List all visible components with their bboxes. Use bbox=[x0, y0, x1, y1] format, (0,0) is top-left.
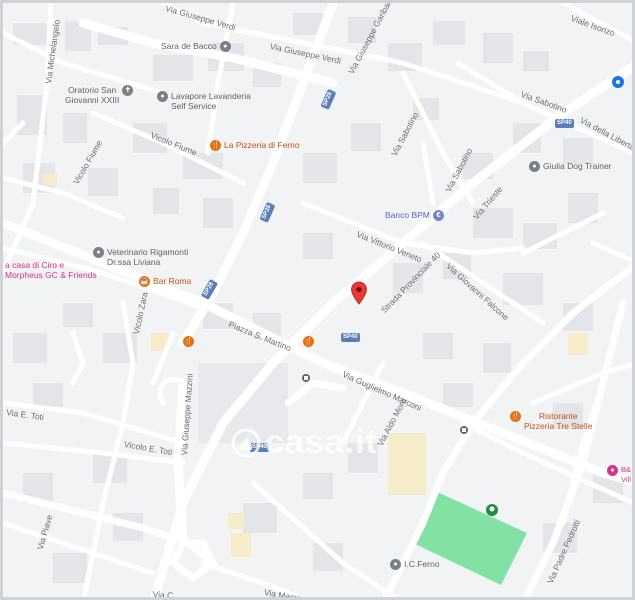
bus-stop-icon[interactable] bbox=[459, 425, 469, 435]
poi-ristorante[interactable]: 🍴 Ristorante Pizzeria Tre Stelle bbox=[510, 411, 593, 431]
poi-oratorio[interactable]: Oratorio San Giovanni XXIII ✝ bbox=[65, 85, 134, 105]
place-icon: ● bbox=[93, 247, 104, 258]
poi-la-pizzeria[interactable]: 🍴 La Pizzeria di Ferno bbox=[210, 140, 300, 151]
restaurant-icon: 🍴 bbox=[510, 411, 521, 422]
poi-label: B& Vill bbox=[621, 465, 632, 484]
poi-label: La Pizzeria di Ferno bbox=[224, 140, 300, 150]
watermark-text: casa.it bbox=[265, 423, 378, 461]
poi-label: Sara de Bacco bbox=[161, 41, 217, 51]
restaurant-icon: 🍴 bbox=[303, 336, 314, 347]
cafe-icon: ☕ bbox=[139, 276, 150, 287]
street-label: Via C bbox=[152, 589, 174, 600]
poi-label: Banco BPM bbox=[385, 210, 430, 220]
poi-label: Veterinario Rigamonti Dr.ssa Liviana bbox=[107, 247, 189, 267]
poi-b-and[interactable]: ● B& Vill bbox=[607, 465, 631, 485]
poi-lavapore[interactable]: ● Lavapore Lavanderia Self Service bbox=[157, 91, 251, 111]
poi-label: Lavapore Lavanderia Self Service bbox=[171, 91, 251, 111]
poi-restaurant-marker[interactable]: 🍴 bbox=[303, 336, 314, 347]
restaurant-icon: 🍴 bbox=[183, 336, 194, 347]
map-view[interactable]: Via Giuseppe Verdi Via Giuseppe Verdi Vi… bbox=[0, 0, 635, 600]
poi-ic-ferno[interactable]: ● I.C.Ferno bbox=[390, 559, 439, 570]
place-icon: ● bbox=[529, 161, 540, 172]
church-icon: ✝ bbox=[122, 85, 134, 96]
poi-label: Oratorio San Giovanni XXIII bbox=[65, 85, 120, 105]
school-icon: ● bbox=[390, 559, 401, 570]
road-shield: SP40 bbox=[341, 333, 360, 342]
location-pin-icon[interactable] bbox=[350, 281, 368, 305]
park-icon[interactable] bbox=[485, 503, 499, 517]
poi-sara-di-bacco[interactable]: Sara de Bacco ● bbox=[161, 41, 231, 52]
poi-bar-roma[interactable]: ☕ Bar Roma bbox=[139, 276, 191, 287]
bank-icon: € bbox=[432, 210, 444, 221]
watermark-logo-icon bbox=[231, 428, 261, 458]
bus-stop-icon[interactable] bbox=[301, 373, 311, 383]
poi-casa-di-ciro[interactable]: a casa di Ciro e Morpheus GC & Friends bbox=[5, 260, 97, 280]
place-icon: ● bbox=[157, 91, 168, 102]
poi-banco-bpm[interactable]: Banco BPM € bbox=[385, 210, 444, 221]
poi-giulia-dog[interactable]: ● Giulia Dog Trainer bbox=[529, 161, 612, 172]
poi-label: Giulia Dog Trainer bbox=[543, 161, 612, 171]
hotel-icon: ● bbox=[607, 465, 618, 476]
poi-label: I.C.Ferno bbox=[404, 559, 440, 569]
restaurant-icon: 🍴 bbox=[210, 140, 221, 151]
poi-label: Bar Roma bbox=[153, 276, 192, 286]
road-shield: SP40 bbox=[555, 119, 574, 128]
poi-label: Ristorante Pizzeria Tre Stelle bbox=[524, 411, 593, 431]
place-icon: ● bbox=[219, 41, 231, 52]
place-icon[interactable] bbox=[611, 75, 625, 89]
poi-restaurant-marker[interactable]: 🍴 bbox=[183, 336, 194, 347]
poi-veterinario[interactable]: ● Veterinario Rigamonti Dr.ssa Liviana bbox=[93, 247, 188, 267]
poi-label: a casa di Ciro e Morpheus GC & Friends bbox=[5, 260, 97, 280]
